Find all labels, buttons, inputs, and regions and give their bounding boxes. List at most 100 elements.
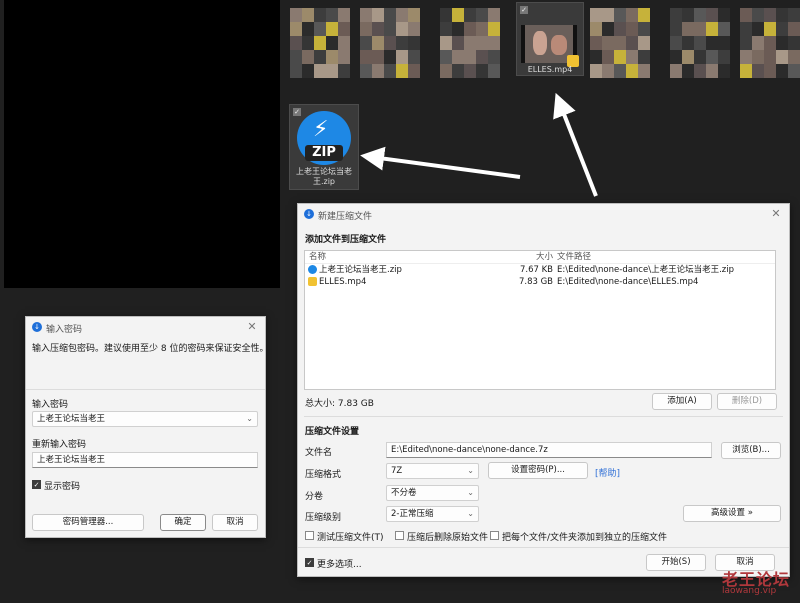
mosaic-cell — [488, 8, 500, 22]
show-password-label[interactable]: 显示密码 — [44, 479, 80, 492]
mosaic-cell — [638, 50, 650, 64]
show-password-checkbox[interactable]: ✓ — [32, 480, 41, 489]
mosaic-cell — [590, 8, 602, 22]
mosaic-cell — [314, 22, 326, 36]
separate-archives-label[interactable]: 把每个文件/文件夹添加到独立的压缩文件 — [502, 530, 667, 543]
more-options-label[interactable]: 更多选项... — [317, 557, 362, 570]
video-file-name: ELLES.mp4 — [527, 65, 573, 74]
level-label: 压缩级别 — [305, 513, 342, 523]
reenter-password-input[interactable]: 上老王论坛当老王 — [32, 452, 258, 468]
mosaic-cell — [682, 36, 694, 50]
file-size: 7.67 KB — [519, 265, 553, 275]
section-title: 添加文件到压缩文件 — [305, 235, 387, 245]
mosaic-cell — [776, 50, 788, 64]
mosaic-cell — [314, 8, 326, 22]
mosaic-cell — [464, 36, 476, 50]
mosaic-cell — [302, 22, 314, 36]
password-description: 输入压缩包密码。建议使用至少 8 位的密码来保证安全性。 — [32, 344, 269, 354]
test-archive-checkbox[interactable] — [305, 531, 314, 540]
add-button[interactable]: 添加(A) — [652, 393, 712, 410]
mosaic-cell — [590, 22, 602, 36]
browse-button[interactable]: 浏览(B)... — [721, 442, 781, 459]
close-icon[interactable]: ✕ — [769, 207, 783, 221]
format-select[interactable]: 7Z ⌄ — [386, 463, 479, 479]
delete-after-checkbox[interactable] — [395, 531, 404, 540]
chevron-down-icon[interactable]: ⌄ — [246, 412, 253, 426]
mosaic-cell — [602, 64, 614, 78]
delete-button[interactable]: 删除(D) — [717, 393, 777, 410]
mosaic-cell — [488, 64, 500, 78]
dialog-titlebar[interactable]: ↓ 输入密码 ✕ — [26, 317, 265, 337]
mosaic-cell — [694, 36, 706, 50]
mosaic-cell — [452, 64, 464, 78]
filename-input[interactable]: E:\Edited\none-dance\none-dance.7z — [386, 442, 712, 458]
mosaic-cell — [476, 50, 488, 64]
mosaic-cell — [752, 22, 764, 36]
mosaic-cell — [302, 64, 314, 78]
help-link[interactable]: [帮助] — [595, 466, 620, 479]
mosaic-cell — [614, 50, 626, 64]
selection-checkbox[interactable]: ✓ — [293, 108, 301, 116]
video-file-item[interactable]: ✓ ELLES.mp4 — [516, 2, 584, 76]
mosaic-cell — [372, 36, 384, 50]
mosaic-cell — [440, 22, 452, 36]
advanced-settings-button[interactable]: 高级设置 » — [683, 505, 781, 522]
mosaic-cell — [408, 64, 420, 78]
mosaic-cell — [314, 64, 326, 78]
mosaic-cell — [464, 8, 476, 22]
column-path[interactable]: 文件路径 — [557, 251, 591, 263]
settings-title: 压缩文件设置 — [305, 427, 360, 437]
mosaic-cell — [694, 64, 706, 78]
format-label: 压缩格式 — [305, 470, 342, 480]
mosaic-cell — [752, 50, 764, 64]
test-archive-label[interactable]: 测试压缩文件(T) — [317, 530, 384, 543]
dialog-titlebar[interactable]: ↓ 新建压缩文件 ✕ — [298, 204, 789, 224]
mosaic-cell — [372, 50, 384, 64]
file-list[interactable]: 名称 大小 文件路径 上老王论坛当老王.zip 7.67 KB E:\Edite… — [304, 250, 776, 390]
mosaic-cell — [776, 64, 788, 78]
start-button[interactable]: 开始(S) — [646, 554, 706, 571]
mosaic-cell — [776, 36, 788, 50]
mosaic-cell — [706, 22, 718, 36]
black-preview-panel — [4, 0, 280, 288]
mosaic-cell — [776, 22, 788, 36]
ok-button[interactable]: 确定 — [160, 514, 206, 531]
level-select[interactable]: 2-正常压缩 ⌄ — [386, 506, 479, 522]
column-size[interactable]: 大小 — [535, 251, 553, 263]
mosaic-cell — [670, 50, 682, 64]
mosaic-cell — [638, 8, 650, 22]
mosaic-cell — [740, 8, 752, 22]
file-row[interactable]: ELLES.mp4 7.83 GB E:\Edited\none-dance\E… — [305, 276, 775, 288]
file-row[interactable]: 上老王论坛当老王.zip 7.67 KB E:\Edited\none-danc… — [305, 264, 775, 276]
mosaic-cell — [326, 64, 338, 78]
mosaic-cell — [290, 50, 302, 64]
new-archive-dialog: ↓ 新建压缩文件 ✕ 添加文件到压缩文件 名称 大小 文件路径 上老王论坛当老王… — [297, 203, 790, 577]
level-value: 2-正常压缩 — [391, 509, 434, 519]
separate-archives-checkbox[interactable] — [490, 531, 499, 540]
cancel-button[interactable]: 取消 — [212, 514, 258, 531]
password-manager-button[interactable]: 密码管理器... — [32, 514, 144, 531]
file-name: 上老王论坛当老王.zip — [319, 265, 402, 275]
mosaic-cell — [682, 8, 694, 22]
arrow-to-zip — [360, 146, 521, 179]
video-file-icon — [308, 277, 317, 286]
mosaic-cell — [670, 36, 682, 50]
split-select[interactable]: 不分卷 ⌄ — [386, 485, 479, 501]
delete-after-label[interactable]: 压缩后删除原始文件 — [407, 530, 488, 543]
password-input[interactable]: 上老王论坛当老王 ⌄ — [32, 411, 258, 427]
reenter-password-label: 重新输入密码 — [32, 440, 87, 450]
set-password-button[interactable]: 设置密码(P)... — [488, 462, 588, 479]
selection-checkbox[interactable]: ✓ — [520, 6, 528, 14]
mosaic-cell — [326, 8, 338, 22]
arrow-to-video — [553, 92, 598, 197]
mosaic-cell — [396, 50, 408, 64]
mosaic-cell — [338, 36, 350, 50]
mosaic-cell — [440, 50, 452, 64]
close-icon[interactable]: ✕ — [245, 320, 259, 334]
more-options-checkbox[interactable]: ✓ — [305, 558, 314, 567]
column-name[interactable]: 名称 — [309, 251, 326, 263]
mosaic-cell — [290, 64, 302, 78]
mosaic-cell — [590, 50, 602, 64]
mosaic-cell — [476, 22, 488, 36]
zip-file-item[interactable]: ✓ ⚡ ZIP 上老王论坛当老王.zip — [289, 104, 359, 190]
